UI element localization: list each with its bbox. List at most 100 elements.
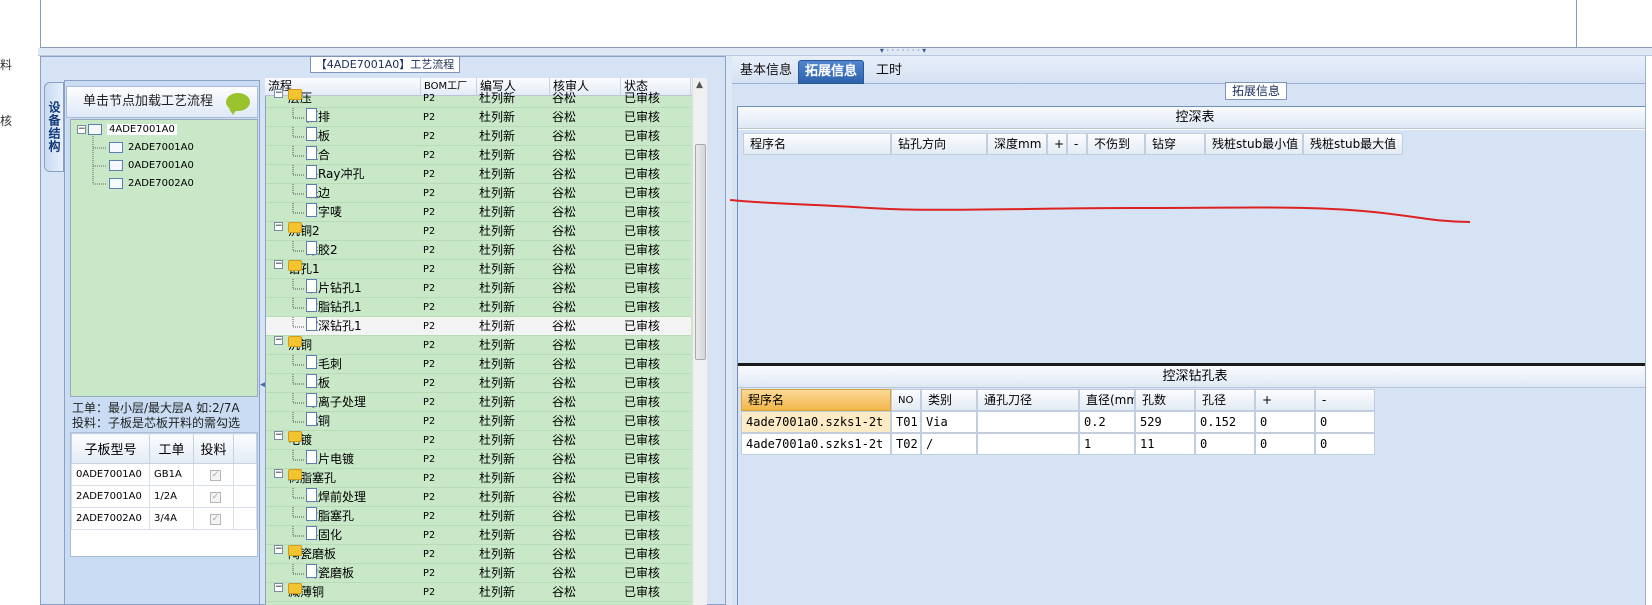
hole-table-cell[interactable]: 4ade7001a0.szks1-2t [741,433,891,455]
hole-table-cell[interactable]: 11 [1135,433,1195,455]
process-row[interactable]: 预排 P2 杜列新 谷松 已审核 [266,108,691,127]
process-row[interactable]: − 钻孔1 P2 杜列新 谷松 已审核 [266,260,691,279]
hole-col-header[interactable]: 孔数 [1135,389,1195,411]
process-row[interactable]: −层压P2杜列新谷松已审核 [266,89,691,108]
process-row[interactable]: 负片电镀 P2 杜列新 谷松 已审核 [266,450,691,469]
depth-col-header[interactable]: - [1067,133,1087,155]
horizontal-splitter[interactable] [38,48,1652,56]
tab-work-hours[interactable]: 工时 [870,60,908,84]
bom-factory-cell: P2 [423,587,436,598]
process-row[interactable]: 控深钻孔1 P2 杜列新 谷松 已审核 [266,317,691,336]
process-row[interactable]: − 减薄铜 P2 杜列新 谷松 已审核 [266,583,691,602]
hole-col-header[interactable]: 直径(mm) [1079,389,1135,411]
depth-col-header[interactable]: 钻孔方向 [891,133,987,155]
cell-order[interactable]: 3/4A [149,507,194,530]
depth-col-header[interactable]: 不伤到 [1087,133,1145,155]
hole-table-cell[interactable]: 0.2 [1079,411,1135,433]
hole-table-cell[interactable]: 0 [1315,433,1375,455]
process-row[interactable]: −电镀P2杜列新谷松已审核 [266,431,691,450]
process-row[interactable]: 去毛刺 P2 杜列新 谷松 已审核 [266,355,691,374]
process-row[interactable]: 树脂钻孔1 P2 杜列新 谷松 已审核 [266,298,691,317]
hole-table-cell[interactable]: 1 [1079,433,1135,455]
process-row[interactable]: 打字唛 P2 杜列新 谷松 已审核 [266,203,691,222]
depth-col-header[interactable]: 残桩stub最大值 [1303,133,1403,155]
hole-table-cell[interactable]: 0.152 [1195,411,1255,433]
col-header-order[interactable]: 工单 [149,433,194,464]
process-row[interactable]: 陶瓷磨板 P2 杜列新 谷松 已审核 [266,564,691,583]
feed-checkbox[interactable]: ✓ [210,513,221,525]
hole-col-header[interactable]: NO [891,389,921,411]
process-row[interactable]: −沉铜P2杜列新谷松已审核 [266,336,691,355]
process-row[interactable]: 除胶2 P2 杜列新 谷松 已审核 [266,241,691,260]
process-row[interactable]: 终固化 P2 杜列新 谷松 已审核 [266,526,691,545]
hole-col-header[interactable]: 通孔刀径 [977,389,1079,411]
cell-order[interactable]: 1/2A [149,485,194,508]
hole-table-cell[interactable] [977,433,1079,455]
table-row[interactable]: 0ADE7001A0 GB1A ✓ [71,463,257,486]
scroll-thumb[interactable] [695,144,706,360]
hole-table-cell[interactable]: 0 [1255,411,1315,433]
process-row[interactable]: 压合 P2 杜列新 谷松 已审核 [266,146,691,165]
table-row[interactable]: 2ADE7001A0 1/2A ✓ [71,485,257,508]
depth-col-header[interactable]: 钻穿 [1145,133,1205,155]
hole-col-header[interactable]: 程序名 [741,389,891,411]
tree-lines [92,136,107,185]
bom-factory-cell: P2 [423,340,436,351]
process-row[interactable]: 排板 P2 杜列新 谷松 已审核 [266,127,691,146]
table-row[interactable]: 2ADE7002A0 3/4A ✓ [71,507,257,530]
hole-table-cell[interactable]: 0 [1255,433,1315,455]
col-header-feed[interactable]: 投料 [193,433,234,464]
col-header-model[interactable]: 子板型号 [71,433,150,464]
detail-tabbar: 基本信息 拓展信息 工时 [732,56,1652,84]
cell-model: 2ADE7001A0 [71,485,150,508]
hole-table-cell[interactable]: 529 [1135,411,1195,433]
process-row[interactable]: 烘板 P2 杜列新 谷松 已审核 [266,374,691,393]
hole-col-header[interactable]: - [1315,389,1375,411]
tree-node-label: 2ADE7002A0 [128,178,194,189]
hole-table-cell[interactable]: T01 [891,411,921,433]
reviewer-cell: 谷松 [552,110,577,124]
process-row[interactable]: − 沉铜2 P2 杜列新 谷松 已审核 [266,222,691,241]
status-cell: 已审核 [624,338,661,352]
hole-col-header[interactable]: 孔径 [1195,389,1255,411]
tab-basic-info[interactable]: 基本信息 [734,60,798,84]
feed-checkbox[interactable]: ✓ [210,469,221,481]
process-row[interactable]: X-Ray冲孔 P2 杜列新 谷松 已审核 [266,165,691,184]
process-row[interactable]: 阻焊前处理 P2 杜列新 谷松 已审核 [266,488,691,507]
process-row[interactable]: − 陶瓷磨板 P2 杜列新 谷松 已审核 [266,545,691,564]
status-cell: 已审核 [624,300,661,314]
process-row[interactable]: 铣边 P2 杜列新 谷松 已审核 [266,184,691,203]
scroll-up-icon[interactable]: ▲ [696,80,703,90]
hole-table-cell[interactable]: 4ade7001a0.szks1-2t [741,411,891,433]
hole-col-header[interactable]: 类别 [921,389,977,411]
depth-col-header[interactable]: + [1047,133,1067,155]
status-cell: 已审核 [624,452,661,466]
process-row[interactable]: 铝片钻孔1 P2 杜列新 谷松 已审核 [266,279,691,298]
cell-order[interactable]: GB1A [149,463,194,486]
hole-table-cell[interactable] [977,411,1079,433]
tab-extended-info[interactable]: 拓展信息 [798,60,865,84]
hole-table-cell[interactable]: T02 [891,433,921,455]
hole-table-cell[interactable]: / [921,433,977,455]
status-cell: 已审核 [624,528,661,542]
feed-checkbox[interactable]: ✓ [210,491,221,503]
hole-col-header[interactable]: + [1255,389,1315,411]
writer-cell: 杜列新 [479,547,516,561]
writer-cell: 杜列新 [479,357,516,371]
depth-col-header[interactable]: 残桩stub最小值 [1205,133,1303,155]
bom-factory-cell: P2 [423,169,436,180]
depth-col-header[interactable]: 深度mm [987,133,1047,155]
process-scrollbar[interactable]: ▲ [692,78,707,605]
process-row[interactable]: − 树脂塞孔 P2 杜列新 谷松 已审核 [266,469,691,488]
splitter-grip-icon[interactable]: ▾ · · · · · · · ▾ [873,47,933,55]
hole-table-cell[interactable]: 0 [1315,411,1375,433]
hole-table-cell[interactable]: 0 [1195,433,1255,455]
right-edge-strip [1645,56,1652,605]
process-row[interactable]: 等离子处理 P2 杜列新 谷松 已审核 [266,393,691,412]
process-row[interactable]: 沉铜 P2 杜列新 谷松 已审核 [266,412,691,431]
tab-equipment-structure[interactable]: 设备结构 [44,82,64,172]
hole-table-cell[interactable]: Via [921,411,977,433]
process-row[interactable]: 树脂塞孔 P2 杜列新 谷松 已审核 [266,507,691,526]
status-cell: 已审核 [624,243,661,257]
depth-col-header[interactable]: 程序名 [743,133,891,155]
